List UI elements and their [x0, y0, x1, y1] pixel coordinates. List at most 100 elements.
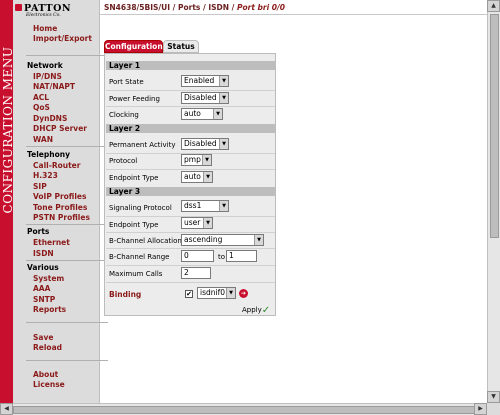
go-arrow-icon[interactable]: ➔ — [239, 289, 248, 298]
logo-sub-text: Electronics Co. — [26, 13, 61, 18]
tab-configuration[interactable]: Configuration — [104, 40, 163, 53]
reload-link[interactable]: Reload — [33, 343, 62, 352]
l3-endpoint-type-select[interactable]: user ▼ — [181, 217, 213, 229]
row-divider — [106, 265, 275, 266]
sidebar-item-wan[interactable]: WAN — [33, 135, 53, 144]
row-divider — [106, 232, 275, 233]
sidebar-item-sip[interactable]: SIP — [33, 182, 47, 191]
sidebar-item-import-export[interactable]: Import/Export — [33, 34, 92, 43]
clocking-select[interactable]: auto ▼ — [181, 108, 223, 120]
horizontal-scrollbar[interactable]: ◀ ▶ — [0, 403, 487, 415]
sidebar-item-dyndns[interactable]: DynDNS — [33, 114, 67, 123]
breadcrumb: SN4638/5BIS/UI / Ports / ISDN / Port bri… — [104, 3, 285, 12]
chevron-down-icon: ▼ — [219, 93, 228, 103]
sidebar-heading-ports: Ports — [27, 227, 50, 236]
sidebar-item-system[interactable]: System — [33, 274, 64, 283]
sidebar-item-h323[interactable]: H.323 — [33, 171, 58, 180]
vertical-scroll-thumb[interactable] — [490, 14, 499, 238]
permanent-activity-value: Disabled — [184, 139, 217, 148]
save-link[interactable]: Save — [33, 333, 53, 342]
sidebar-item-ip-dns[interactable]: IP/DNS — [33, 72, 62, 81]
sidebar: PATTON Electronics Co. Home Import/Expor… — [13, 0, 108, 403]
sidebar-item-voip-profiles[interactable]: VoIP Profiles — [33, 192, 86, 201]
sidebar-item-call-router[interactable]: Call-Router — [33, 161, 80, 170]
sidebar-item-ethernet[interactable]: Ethernet — [33, 238, 70, 247]
checkmark-icon: ✓ — [261, 305, 271, 316]
signaling-protocol-select[interactable]: dss1 ▼ — [181, 200, 229, 212]
binding-link[interactable]: Binding — [109, 290, 141, 299]
signaling-protocol-value: dss1 — [184, 201, 202, 210]
vertical-scrollbar[interactable]: ▲ ▼ — [487, 0, 500, 403]
logo-mark-icon — [15, 4, 22, 11]
sidebar-item-home[interactable]: Home — [33, 24, 57, 33]
scroll-up-icon[interactable]: ▲ — [487, 0, 500, 12]
port-state-select[interactable]: Enabled ▼ — [181, 75, 229, 87]
l2-endpoint-type-label: Endpoint Type — [109, 174, 159, 182]
b-channel-allocation-label: B-Channel Allocation — [109, 237, 182, 245]
scroll-right-icon[interactable]: ▶ — [474, 403, 487, 415]
section-layer-3: Layer 3 — [106, 187, 275, 196]
sidebar-divider — [26, 322, 108, 323]
sidebar-heading-various: Various — [27, 263, 59, 272]
patton-logo: PATTON Electronics Co. — [15, 3, 76, 19]
chevron-down-icon: ▼ — [226, 288, 235, 298]
sidebar-item-sntp[interactable]: SNTP — [33, 295, 55, 304]
chevron-down-icon: ▼ — [203, 172, 212, 182]
row-divider — [106, 282, 275, 283]
b-channel-range-to-label: to — [218, 253, 226, 261]
sidebar-item-qos[interactable]: QoS — [33, 103, 50, 112]
power-feeding-select[interactable]: Disabled ▼ — [181, 92, 229, 104]
sidebar-heading-telephony: Telephony — [27, 150, 70, 159]
l3-endpoint-type-label: Endpoint Type — [109, 221, 159, 229]
b-channel-range-from-input[interactable]: 0 — [181, 250, 214, 262]
sidebar-item-tone-profiles[interactable]: Tone Profiles — [33, 203, 87, 212]
about-link[interactable]: About — [33, 370, 58, 379]
protocol-label: Protocol — [109, 157, 138, 165]
horizontal-scroll-thumb[interactable] — [13, 406, 475, 414]
power-feeding-value: Disabled — [184, 93, 217, 102]
permanent-activity-select[interactable]: Disabled ▼ — [181, 138, 229, 150]
l2-endpoint-type-select[interactable]: auto ▼ — [181, 171, 213, 183]
sidebar-item-dhcp-server[interactable]: DHCP Server — [33, 124, 87, 133]
clocking-label: Clocking — [109, 111, 139, 119]
sidebar-item-isdn[interactable]: ISDN — [33, 249, 54, 258]
sidebar-divider — [26, 224, 108, 225]
sidebar-item-reports[interactable]: Reports — [33, 305, 66, 314]
tab-status[interactable]: Status — [163, 40, 199, 53]
chevron-down-icon: ▼ — [219, 76, 228, 86]
sidebar-divider — [26, 360, 108, 361]
maximum-calls-input[interactable]: 2 — [181, 267, 211, 279]
port-config-form: Layer 1 Port State Enabled ▼ Power Feedi… — [104, 53, 276, 316]
binding-checkbox[interactable]: ✔ — [185, 290, 193, 298]
sidebar-item-pstn-profiles[interactable]: PSTN Profiles — [33, 213, 90, 222]
b-channel-range-to-input[interactable]: 1 — [226, 250, 257, 262]
sidebar-divider — [26, 146, 108, 147]
config-menu-banner: CONFIGURATION MENU — [0, 0, 15, 403]
binding-select[interactable]: isdnif0 ▼ — [197, 287, 236, 299]
b-channel-allocation-select[interactable]: ascending ▼ — [181, 234, 264, 246]
row-divider — [106, 90, 275, 91]
chevron-down-icon: ▼ — [213, 109, 222, 119]
port-state-label: Port State — [109, 78, 144, 86]
apply-button[interactable]: Apply✓ — [242, 304, 271, 316]
chevron-down-icon: ▼ — [254, 235, 263, 245]
breadcrumb-current: Port bri 0/0 — [237, 3, 285, 12]
breadcrumb-path[interactable]: SN4638/5BIS/UI / Ports / ISDN / — [104, 3, 237, 12]
scrollbar-corner — [487, 403, 500, 415]
scroll-down-icon[interactable]: ▼ — [487, 391, 500, 403]
sidebar-item-nat-napt[interactable]: NAT/NAPT — [33, 82, 75, 91]
license-link[interactable]: License — [33, 380, 65, 389]
signaling-protocol-label: Signaling Protocol — [109, 204, 172, 212]
b-channel-range-label: B-Channel Range — [109, 253, 170, 261]
chevron-down-icon: ▼ — [219, 201, 228, 211]
protocol-select[interactable]: pmp ▼ — [181, 154, 212, 166]
sidebar-divider — [26, 260, 108, 261]
protocol-value: pmp — [184, 155, 201, 164]
sidebar-item-acl[interactable]: ACL — [33, 93, 49, 102]
port-state-value: Enabled — [184, 76, 215, 85]
scroll-left-icon[interactable]: ◀ — [0, 403, 13, 415]
chevron-down-icon: ▼ — [219, 139, 228, 149]
sidebar-item-aaa[interactable]: AAA — [33, 284, 50, 293]
maximum-calls-label: Maximum Calls — [109, 270, 163, 278]
row-divider — [106, 248, 275, 249]
